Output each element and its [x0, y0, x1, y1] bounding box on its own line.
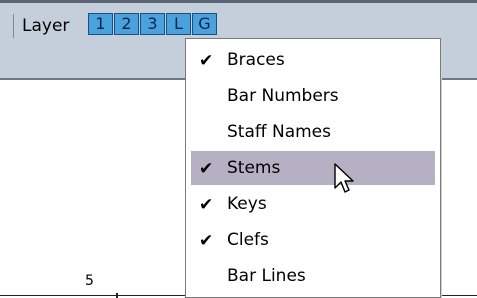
layer-button-3[interactable]: 3 [140, 13, 165, 35]
layer-button-2[interactable]: 2 [114, 13, 139, 35]
menu-item-stems[interactable]: ✔ Stems [191, 151, 435, 185]
toolbar-separator [13, 14, 14, 38]
checkmark-icon: ✔ [199, 51, 214, 71]
menu-item-staff-names[interactable]: Staff Names [191, 115, 435, 149]
menu-item-clefs[interactable]: ✔ Clefs [191, 223, 435, 257]
layer-button-1[interactable]: 1 [88, 13, 113, 35]
menu-item-label: Keys [227, 194, 267, 214]
bar-line-tick [116, 293, 118, 298]
menu-item-label: Bar Numbers [227, 86, 339, 106]
checkmark-icon: ✔ [199, 159, 214, 179]
toolbar-top-border [0, 0, 477, 3]
menu-item-label: Staff Names [227, 122, 332, 142]
checkmark-icon: ✔ [199, 195, 214, 215]
menu-item-label: Clefs [227, 230, 269, 250]
checkmark-icon: ✔ [199, 231, 214, 251]
menu-item-braces[interactable]: ✔ Braces [191, 43, 435, 77]
menu-item-label: Bar Lines [227, 266, 306, 286]
menu-item-keys[interactable]: ✔ Keys [191, 187, 435, 221]
bar-number: 5 [85, 273, 94, 289]
layer-button-l[interactable]: L [166, 13, 191, 35]
menu-item-label: Stems [227, 158, 281, 178]
view-options-menu: ✔ Braces Bar Numbers Staff Names ✔ Stems ✔ Keys… [185, 38, 441, 298]
menu-item-bar-numbers[interactable]: Bar Numbers [191, 79, 435, 113]
menu-item-bar-lines[interactable]: Bar Lines [191, 259, 435, 293]
layer-label: Layer [22, 16, 70, 36]
arrow-cursor-icon [334, 163, 354, 193]
layer-button-g[interactable]: G [192, 13, 217, 35]
menu-item-label: Braces [227, 50, 285, 70]
